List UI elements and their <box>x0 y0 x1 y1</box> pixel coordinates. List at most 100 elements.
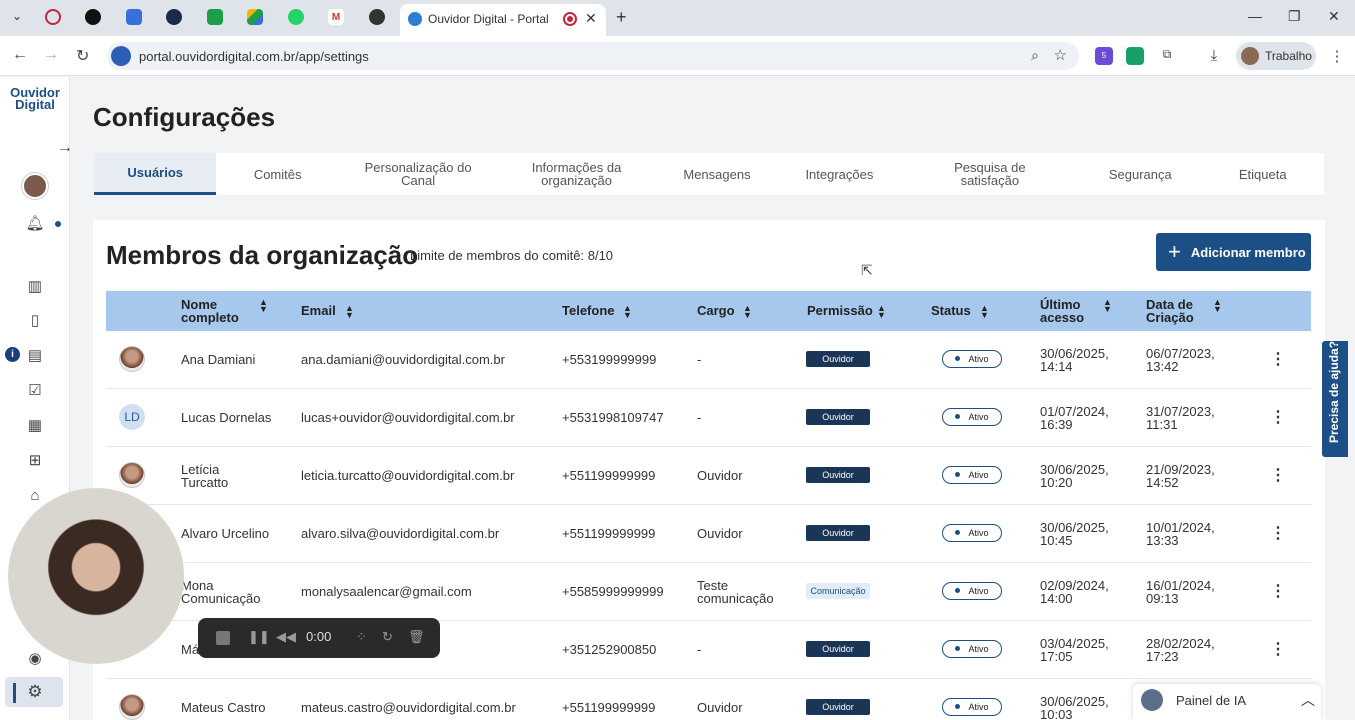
row-menu-kebab-icon[interactable]: ⋮ <box>1270 465 1286 485</box>
tab-seguranca[interactable]: Segurança <box>1079 153 1201 195</box>
member-last-access: 30/06/2025, 10:03 <box>1040 694 1109 720</box>
tab-integracoes[interactable]: Integrações <box>778 153 900 195</box>
sort-icon: ▲ ▼ <box>259 297 268 314</box>
col-email[interactable]: Email ▲ ▼ <box>301 303 354 320</box>
forward-icon[interactable]: → <box>43 46 59 64</box>
col-data-criacao[interactable]: Data de Criação ▲ ▼ <box>1146 297 1222 325</box>
member-role: - <box>697 410 702 425</box>
pinned-tab-calendar-icon[interactable] <box>126 9 142 25</box>
tab-personalizacao-canal[interactable]: Personalização do Canal <box>339 153 497 195</box>
extension-chat-icon[interactable] <box>1126 47 1144 65</box>
status-badge: Ativo <box>942 640 1002 658</box>
sort-icon: ▲ ▼ <box>980 303 989 320</box>
education-cap-icon[interactable]: ⌂ <box>24 484 46 506</box>
browser-tab-bar: ⌄ M Ouvidor Digital - Portal ✕ + — ❐ ✕ <box>0 0 1355 36</box>
col-telefone[interactable]: Telefone ▲ ▼ <box>562 304 632 320</box>
extension-badge-icon[interactable]: 5 <box>1095 47 1113 65</box>
ai-panel[interactable]: Painel de IA ︿ <box>1133 684 1321 720</box>
col-nome[interactable]: Nome completo ▲ ▼ <box>181 298 268 325</box>
pinned-tab-link-icon[interactable] <box>166 9 182 25</box>
download-icon[interactable]: ⤓ <box>1205 47 1223 65</box>
extensions-puzzle-icon[interactable]: ⧉ <box>1158 47 1176 65</box>
member-name: Má <box>181 642 200 657</box>
calendar-icon[interactable]: ▦ <box>24 414 46 436</box>
help-tab[interactable]: Precisa de ajuda? <box>1322 341 1348 457</box>
profile-button[interactable]: Trabalho <box>1236 42 1316 70</box>
row-menu-kebab-icon[interactable]: ⋮ <box>1270 581 1286 601</box>
member-phone: +5531998109747 <box>562 410 664 425</box>
row-menu-kebab-icon[interactable]: ⋮ <box>1270 349 1286 369</box>
col-ultimo-acesso[interactable]: Último acesso ▲ ▼ <box>1040 297 1112 325</box>
table-row: Alvaro Urcelino alvaro.silva@ouvidordigit… <box>106 505 1311 563</box>
user-avatar[interactable] <box>22 173 48 199</box>
recording-timer: 0:00 <box>306 629 332 644</box>
ouvidor-digital-logo[interactable]: Ouvidor Digital <box>10 86 60 111</box>
info-icon[interactable]: i <box>5 347 20 362</box>
delete-trash-icon[interactable]: 🗑︎ <box>408 629 425 645</box>
chevron-up-icon[interactable]: ︿ <box>1301 690 1315 710</box>
pinned-tab-whatsapp-icon[interactable] <box>288 9 304 25</box>
stop-recording-icon[interactable] <box>216 631 230 645</box>
tab-informacoes-organizacao[interactable]: Informações da organização <box>497 153 655 195</box>
location-pin-icon[interactable]: ◉ <box>24 647 46 669</box>
pinned-tab-gmail-icon[interactable]: M <box>328 9 344 25</box>
member-avatar <box>119 462 145 488</box>
webcam-bubble[interactable] <box>8 488 184 664</box>
file-add-icon[interactable]: ⊞ <box>24 449 46 471</box>
pinned-tab-openai-icon[interactable] <box>369 9 385 25</box>
window-close-icon[interactable]: ✕ <box>1328 8 1340 25</box>
tab-usuarios[interactable]: Usuários <box>94 153 217 195</box>
clipboard-icon[interactable]: ▯ <box>24 309 46 331</box>
pause-icon[interactable]: ❚❚ <box>248 629 270 645</box>
member-created: 28/02/2024, 17:23 <box>1146 636 1215 664</box>
back-icon[interactable]: ← <box>12 46 28 64</box>
tab-list-chevron-icon[interactable]: ⌄ <box>12 9 22 23</box>
row-menu-kebab-icon[interactable]: ⋮ <box>1270 407 1286 427</box>
browser-menu-icon[interactable]: ⋮ <box>1328 47 1346 65</box>
active-browser-tab[interactable]: Ouvidor Digital - Portal ✕ <box>400 4 606 36</box>
tab-pesquisa-satisfacao[interactable]: Pesquisa de satisfação <box>901 153 1079 195</box>
address-bar[interactable]: portal.ouvidordigital.com.br/app/setting… <box>107 42 1079 70</box>
minimize-icon[interactable]: — <box>1248 8 1262 24</box>
checklist-icon[interactable]: ☑ <box>24 379 46 401</box>
col-status[interactable]: Status ▲ ▼ <box>931 303 989 320</box>
pinned-tab-record-icon[interactable] <box>45 9 61 25</box>
zoom-icon[interactable]: ⌕ <box>1031 47 1039 64</box>
pinned-tab-drive-icon[interactable] <box>247 9 263 25</box>
col-status-label: Status <box>931 303 971 318</box>
recording-toolbar: ❚❚ ◀◀ 0:00 ⁘ ↻ 🗑︎ <box>198 618 440 658</box>
add-member-button[interactable]: + Adicionar membro <box>1156 233 1311 271</box>
bookmark-star-icon[interactable]: ☆ <box>1054 46 1067 64</box>
row-menu-kebab-icon[interactable]: ⋮ <box>1270 639 1286 659</box>
new-tab-icon[interactable]: + <box>616 7 627 28</box>
col-ultimo-acesso-label: Último acesso <box>1040 297 1085 325</box>
browser-toolbar: ← → ↻ portal.ouvidordigital.com.br/app/s… <box>0 36 1355 76</box>
sort-icon: ▲ ▼ <box>1213 297 1222 314</box>
profile-label: Trabalho <box>1265 49 1312 63</box>
permission-badge: Ouvidor <box>806 699 870 715</box>
pinned-tab-app-icon[interactable] <box>85 9 101 25</box>
col-data-criacao-label: Data de Criação <box>1146 297 1194 325</box>
tab-comites[interactable]: Comitês <box>216 153 338 195</box>
tab-close-icon[interactable]: ✕ <box>585 10 597 27</box>
reload-icon[interactable]: ↻ <box>76 46 89 66</box>
settings-tabs: Usuários Comitês Personalização do Canal… <box>94 153 1324 195</box>
col-cargo[interactable]: Cargo ▲ ▼ <box>697 304 752 320</box>
settings-gear-icon[interactable]: ⚙ <box>24 681 46 703</box>
row-menu-kebab-icon[interactable]: ⋮ <box>1270 523 1286 543</box>
tab-etiqueta[interactable]: Etiqueta <box>1202 153 1324 195</box>
expand-sidebar-arrow-icon[interactable]: → <box>54 137 76 159</box>
dashboard-chart-icon[interactable]: ▥ <box>24 275 46 297</box>
pinned-tab-sheets-icon[interactable] <box>207 9 223 25</box>
member-role: Teste comunicação <box>697 578 774 606</box>
grid-icon[interactable]: ⁘ <box>356 629 367 645</box>
col-permissao[interactable]: Permissão ▲ ▼ <box>807 304 886 320</box>
document-icon[interactable]: ▤ <box>24 344 46 366</box>
restore-icon[interactable]: ❐ <box>1288 8 1301 25</box>
col-email-label: Email <box>301 303 336 318</box>
tab-mensagens[interactable]: Mensagens <box>656 153 778 195</box>
notifications-bell-icon[interactable]: 🔔︎ <box>24 212 46 234</box>
site-info-icon[interactable] <box>111 46 131 66</box>
restart-icon[interactable]: ↻ <box>382 629 393 645</box>
rewind-icon[interactable]: ◀◀ <box>276 629 296 645</box>
